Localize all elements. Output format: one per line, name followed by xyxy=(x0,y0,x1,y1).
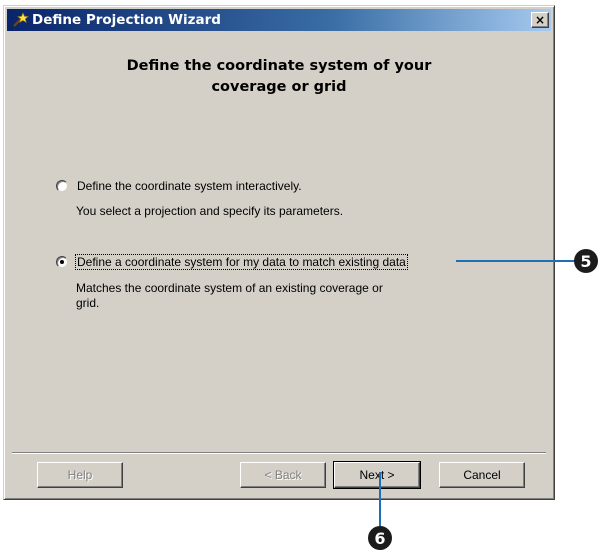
back-button-label: < Back xyxy=(264,468,302,482)
page-heading: Define the coordinate system of your cov… xyxy=(4,56,554,98)
option-match-existing-label[interactable]: Define a coordinate system for my data t… xyxy=(75,254,408,270)
close-icon: × xyxy=(534,13,546,27)
cancel-button-label: Cancel xyxy=(463,468,501,482)
help-button[interactable]: Help xyxy=(37,462,123,488)
cancel-button[interactable]: Cancel xyxy=(439,462,525,488)
back-button[interactable]: < Back xyxy=(240,462,326,488)
wizard-wand-icon xyxy=(13,12,29,27)
radio-interactive[interactable] xyxy=(56,180,68,192)
title-bar[interactable]: Define Projection Wizard × xyxy=(7,9,551,31)
radio-match-existing[interactable] xyxy=(56,256,68,268)
wizard-dialog: Define Projection Wizard × Define the co… xyxy=(3,5,555,500)
option-match-existing-description-line-1: Matches the coordinate system of an exis… xyxy=(76,281,383,295)
heading-line-1: Define the coordinate system of your xyxy=(126,58,432,74)
next-button-label: Next > xyxy=(359,468,395,482)
callout-6-number: 6 xyxy=(374,528,386,548)
option-match-existing-description: Matches the coordinate system of an exis… xyxy=(76,281,383,311)
help-button-label: Help xyxy=(67,468,93,482)
radio-selected-dot xyxy=(60,260,64,264)
button-divider xyxy=(12,452,546,454)
screenshot-stage: Define Projection Wizard × Define the co… xyxy=(0,0,604,557)
option-interactive-description: You select a projection and specify its … xyxy=(76,204,344,218)
callout-5-line xyxy=(456,260,578,262)
option-interactive-label[interactable]: Define the coordinate system interactive… xyxy=(76,179,303,193)
callout-5-badge: 5 xyxy=(574,249,598,273)
heading-line-2: coverage or grid xyxy=(211,79,347,95)
callout-6-badge: 6 xyxy=(368,526,392,550)
option-match-existing-description-line-2: grid. xyxy=(76,296,100,310)
callout-6-line xyxy=(379,472,381,526)
callout-5-number: 5 xyxy=(580,251,592,271)
window-title: Define Projection Wizard xyxy=(32,12,221,28)
close-button[interactable]: × xyxy=(531,12,549,28)
next-button[interactable]: Next > xyxy=(333,461,421,489)
